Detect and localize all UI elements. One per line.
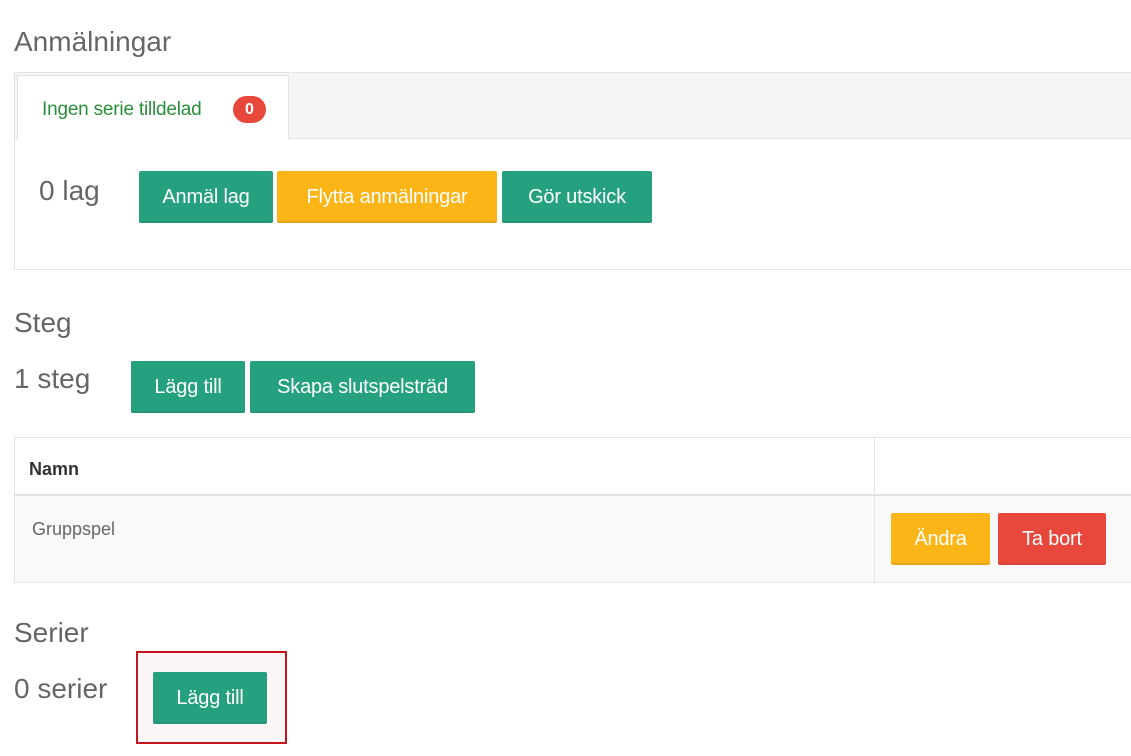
series-count: 0 serier xyxy=(14,673,108,704)
move-registrations-button[interactable]: Flytta anmälningar xyxy=(277,171,497,223)
tab-unassigned-series[interactable]: Ingen serie tilldelad 0 xyxy=(17,75,289,139)
register-team-button[interactable]: Anmäl lag xyxy=(139,171,273,223)
table-header-row: Namn xyxy=(15,438,1131,496)
column-header-name: Namn xyxy=(29,459,80,479)
stages-title: Steg xyxy=(14,307,72,338)
tab-strip: Ingen serie tilldelad 0 xyxy=(15,73,1131,139)
delete-stage-button[interactable]: Ta bort xyxy=(998,513,1106,565)
stage-name: Gruppspel xyxy=(32,519,116,539)
tab-label: Ingen serie tilldelad xyxy=(42,99,202,120)
create-playoff-tree-button[interactable]: Skapa slutspelsträd xyxy=(250,361,475,413)
add-stage-button[interactable]: Lägg till xyxy=(131,361,245,413)
column-divider xyxy=(874,438,875,582)
registrations-title: Anmälningar xyxy=(14,26,172,57)
add-series-button[interactable]: Lägg till xyxy=(153,672,267,724)
count-badge: 0 xyxy=(233,96,266,123)
registrations-panel: Ingen serie tilldelad 0 0 lag Anmäl lag … xyxy=(14,72,1131,270)
edit-stage-button[interactable]: Ändra xyxy=(891,513,990,565)
send-mailing-button[interactable]: Gör utskick xyxy=(502,171,652,223)
page: Anmälningar Ingen serie tilldelad 0 0 la… xyxy=(0,0,1131,756)
table-row: Gruppspel Ändra Ta bort xyxy=(15,496,1131,582)
series-title: Serier xyxy=(14,617,89,648)
stage-count: 1 steg xyxy=(14,363,91,394)
stages-table: Namn Gruppspel Ändra Ta bort xyxy=(14,437,1131,583)
team-count: 0 lag xyxy=(39,175,100,206)
